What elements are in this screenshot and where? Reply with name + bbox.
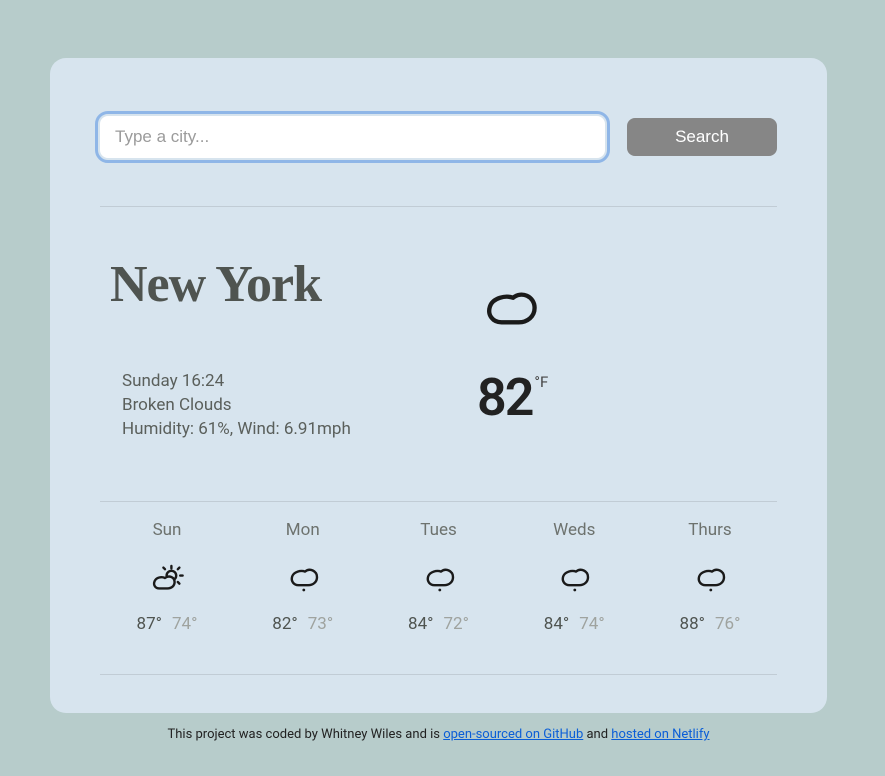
forecast-low: 74° bbox=[579, 614, 604, 634]
forecast-day: Tues 84° 72° bbox=[384, 520, 494, 634]
divider bbox=[100, 674, 777, 675]
forecast-day: Weds 84° 74° bbox=[519, 520, 629, 634]
current-datetime: Sunday 16:24 bbox=[122, 370, 477, 394]
forecast-low: 76° bbox=[715, 614, 740, 634]
forecast-high: 84° bbox=[544, 614, 569, 634]
forecast-high: 88° bbox=[680, 614, 705, 634]
forecast-day-label: Mon bbox=[286, 520, 320, 540]
forecast-row: Sun 87° 74° Mon 82° 73° Tues bbox=[100, 502, 777, 634]
current-temp: 82 bbox=[477, 367, 532, 428]
forecast-low: 72° bbox=[444, 614, 469, 634]
rain-cloud-icon bbox=[421, 558, 457, 598]
current-humidity-wind: Humidity: 61%, Wind: 6.91mph bbox=[122, 418, 477, 442]
current-temp-row: 82 °F bbox=[477, 367, 777, 428]
forecast-temps: 88° 76° bbox=[680, 614, 741, 634]
rain-cloud-icon bbox=[285, 558, 321, 598]
current-details: Sunday 16:24 Broken Clouds Humidity: 61%… bbox=[122, 370, 477, 441]
temp-unit: °F bbox=[534, 373, 548, 391]
forecast-low: 73° bbox=[308, 614, 333, 634]
footer-prefix: This project was coded by Whitney Wiles … bbox=[167, 727, 443, 742]
forecast-day-label: Tues bbox=[420, 520, 457, 540]
city-search-input[interactable] bbox=[100, 116, 605, 158]
footer-between: and bbox=[583, 727, 611, 742]
forecast-temps: 87° 74° bbox=[137, 614, 198, 634]
netlify-link[interactable]: hosted on Netlify bbox=[611, 727, 709, 742]
forecast-high: 84° bbox=[408, 614, 433, 634]
forecast-high: 82° bbox=[272, 614, 297, 634]
forecast-day: Thurs 88° 76° bbox=[655, 520, 765, 634]
current-right: 82 °F bbox=[477, 255, 777, 441]
forecast-temps: 84° 74° bbox=[544, 614, 605, 634]
partly-sunny-icon bbox=[149, 558, 185, 598]
city-name: New York bbox=[110, 255, 477, 314]
forecast-day: Mon 82° 73° bbox=[248, 520, 358, 634]
forecast-day: Sun 87° 74° bbox=[112, 520, 222, 634]
forecast-temps: 84° 72° bbox=[408, 614, 469, 634]
forecast-day-label: Sun bbox=[153, 520, 182, 540]
cloud-icon bbox=[477, 275, 777, 339]
search-row: Search bbox=[100, 116, 777, 158]
forecast-low: 74° bbox=[172, 614, 197, 634]
footer: This project was coded by Whitney Wiles … bbox=[50, 727, 827, 742]
current-weather: New York Sunday 16:24 Broken Clouds Humi… bbox=[100, 207, 777, 441]
rain-cloud-icon bbox=[556, 558, 592, 598]
forecast-day-label: Thurs bbox=[688, 520, 731, 540]
search-button[interactable]: Search bbox=[627, 118, 777, 156]
weather-card: Search New York Sunday 16:24 Broken Clou… bbox=[50, 58, 827, 713]
forecast-day-label: Weds bbox=[553, 520, 595, 540]
current-condition: Broken Clouds bbox=[122, 394, 477, 418]
current-left: New York Sunday 16:24 Broken Clouds Humi… bbox=[100, 255, 477, 441]
rain-cloud-icon bbox=[692, 558, 728, 598]
github-link[interactable]: open-sourced on GitHub bbox=[443, 727, 583, 742]
forecast-temps: 82° 73° bbox=[272, 614, 333, 634]
forecast-high: 87° bbox=[137, 614, 162, 634]
